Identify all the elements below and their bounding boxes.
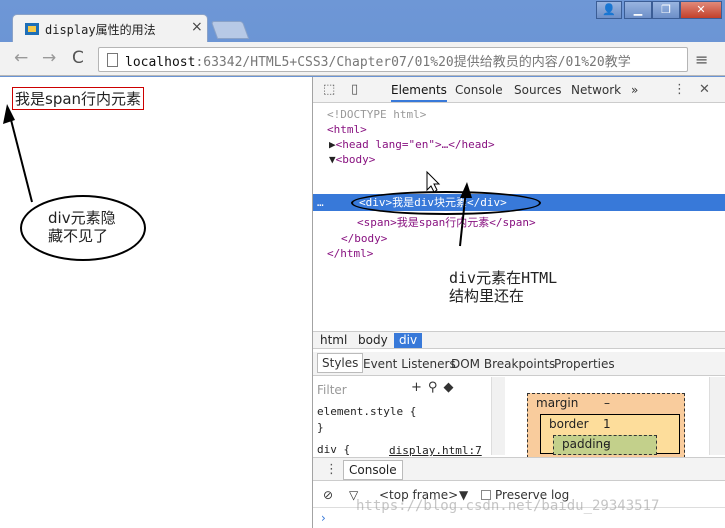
html-node[interactable]: <html> xyxy=(327,122,367,137)
div-rule-selector: div { xyxy=(317,443,351,456)
more-tabs-icon[interactable]: » xyxy=(631,83,638,97)
maximize-button[interactable]: ❐ xyxy=(652,1,680,19)
box-padding: padding – xyxy=(553,435,657,455)
tab-elements[interactable]: Elements xyxy=(391,83,447,102)
clear-console-icon[interactable]: ⊘ xyxy=(323,488,333,502)
styles-scrollbar[interactable] xyxy=(491,377,505,455)
tab-dom-breakpoints[interactable]: DOM Breakpoints xyxy=(451,357,555,371)
html-close-node[interactable]: </html> xyxy=(327,246,373,261)
head-tag: <head lang="en">…</head> xyxy=(335,138,495,151)
head-node[interactable]: ▶<head lang="en">…</head> xyxy=(329,137,495,152)
crumb-html[interactable]: html xyxy=(315,333,352,348)
box-border: border 1 padding – xyxy=(540,414,680,455)
new-tab-button[interactable] xyxy=(210,21,250,39)
close-tab-icon[interactable]: × xyxy=(191,19,203,35)
span-node[interactable]: <span>我是span行内元素</span> xyxy=(357,215,536,230)
box-model-scrollbar[interactable] xyxy=(709,377,725,455)
browser-toolbar: ← → C localhost:63342/HTML5+CSS3/Chapter… xyxy=(0,42,725,76)
webstorm-icon xyxy=(25,23,39,35)
box-model: margin – border 1 padding – xyxy=(509,377,709,463)
tab-sources[interactable]: Sources xyxy=(514,83,561,97)
padding-value[interactable]: – xyxy=(604,437,610,451)
dom-tree: <!DOCTYPE html> <html> ▶<head lang="en">… xyxy=(313,105,725,331)
box-margin: margin – border 1 padding – xyxy=(527,393,685,463)
breadcrumb: html body div xyxy=(313,331,725,349)
margin-value[interactable]: – xyxy=(604,396,610,410)
devtools-panel: ⬚ ▯ Elements Console Sources Network » ⋮… xyxy=(312,77,725,528)
body-node[interactable]: ▼<body> xyxy=(329,152,375,167)
styles-subtabs: Styles Event Listeners DOM Breakpoints P… xyxy=(313,352,725,376)
expand-triangle-icon[interactable]: ▶ xyxy=(329,138,336,151)
annotation-bubble: div元素隐 藏不见了 xyxy=(20,195,146,261)
body-tag: <body> xyxy=(335,153,376,166)
url-text[interactable]: localhost:63342/HTML5+CSS3/Chapter07/01%… xyxy=(125,51,631,70)
crumb-div[interactable]: div xyxy=(394,333,423,348)
collapse-triangle-icon[interactable]: ▼ xyxy=(329,153,336,166)
drawer-tab-console[interactable]: Console xyxy=(343,460,403,480)
console-prompt[interactable]: › xyxy=(321,511,326,525)
span-element: 我是span行内元素 xyxy=(12,87,145,110)
tab-console[interactable]: Console xyxy=(455,83,503,97)
forward-arrow-icon[interactable]: → xyxy=(42,48,56,68)
annotation-text: div元素隐 藏不见了 xyxy=(48,209,116,245)
address-bar[interactable]: localhost:63342/HTML5+CSS3/Chapter07/01%… xyxy=(98,47,688,72)
close-window-button[interactable]: ✕ xyxy=(680,1,722,19)
minimize-button[interactable]: ▁ xyxy=(624,1,652,19)
tab-properties[interactable]: Properties xyxy=(554,357,615,371)
user-icon[interactable]: 👤 xyxy=(596,1,622,19)
kebab-menu-icon[interactable]: ⋮ xyxy=(673,82,686,97)
row-ellipsis[interactable]: … xyxy=(317,195,324,210)
color-format-icon[interactable]: ◆ xyxy=(443,380,459,395)
inspect-icon[interactable]: ⬚ xyxy=(323,82,335,97)
element-style-open: element.style { xyxy=(317,405,417,418)
menu-icon[interactable]: ≡ xyxy=(695,50,708,69)
margin-label: margin xyxy=(536,396,579,410)
doctype-node[interactable]: <!DOCTYPE html> xyxy=(327,107,426,122)
tab-event-listeners[interactable]: Event Listeners xyxy=(363,357,456,371)
body-close-node[interactable]: </body> xyxy=(341,231,387,246)
tab-styles[interactable]: Styles xyxy=(317,353,364,373)
back-arrow-icon[interactable]: ← xyxy=(14,48,28,68)
border-value[interactable]: 1 xyxy=(603,417,611,431)
styles-filter-input[interactable]: Filter xyxy=(317,383,347,397)
close-devtools-icon[interactable]: ✕ xyxy=(699,82,710,97)
highlight-ellipse xyxy=(351,191,541,215)
device-mode-icon[interactable]: ▯ xyxy=(351,82,358,97)
url-host: localhost xyxy=(125,55,196,70)
pin-icon[interactable]: ⚲ xyxy=(428,380,444,395)
add-rule-icon[interactable]: + xyxy=(411,380,428,395)
style-actions: +⚲◆ xyxy=(411,380,459,395)
drawer-menu-icon[interactable]: ⋮ xyxy=(325,462,338,477)
page-icon xyxy=(107,53,118,67)
source-link[interactable]: display.html:7 xyxy=(389,444,482,457)
watermark: https://blog.csdn.net/baidu_29343517 xyxy=(356,498,660,514)
browser-tab[interactable]: display属性的用法 × xyxy=(12,14,208,42)
browser-window: 👤 ▁ ❐ ✕ display属性的用法 × ← → C localhost:6… xyxy=(0,0,725,528)
annotation-text-2: div元素在HTML 结构里还在 xyxy=(449,269,558,305)
devtools-tabbar: ⬚ ▯ Elements Console Sources Network » ⋮… xyxy=(313,77,725,103)
element-style-close: } xyxy=(317,421,324,434)
url-path: :63342/HTML5+CSS3/Chapter07/01%20提供给教员的内… xyxy=(195,55,631,70)
crumb-body[interactable]: body xyxy=(353,333,393,348)
tab-title: display属性的用法 xyxy=(45,23,156,37)
tab-network[interactable]: Network xyxy=(571,83,621,97)
styles-pane: Filter +⚲◆ element.style { } div { displ… xyxy=(313,377,505,457)
reload-icon[interactable]: C xyxy=(72,48,84,68)
console-drawer-bar: ⋮ Console xyxy=(313,457,725,481)
page-viewport: 我是span行内元素 div元素隐 藏不见了 xyxy=(0,77,312,528)
border-label: border xyxy=(549,417,589,431)
